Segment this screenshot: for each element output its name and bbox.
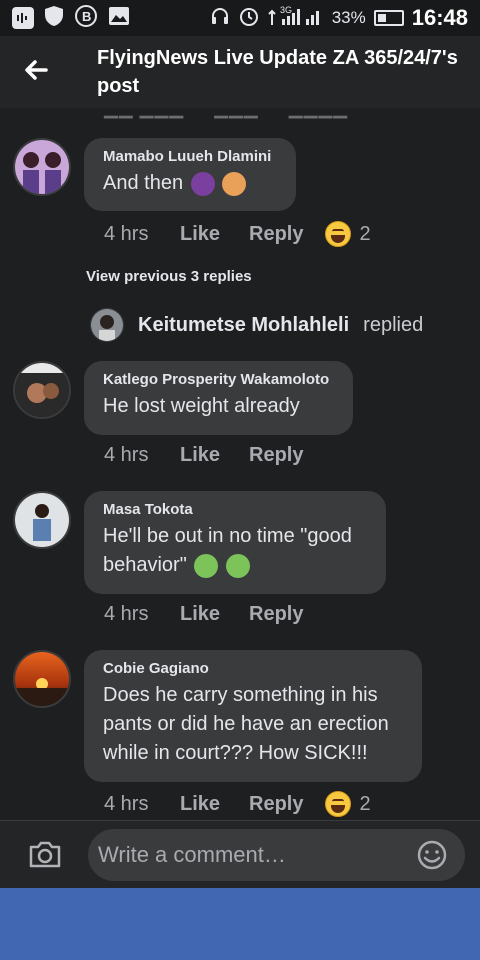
avatar[interactable] [13, 361, 71, 419]
emoji-picker-icon[interactable] [416, 839, 448, 871]
avatar[interactable] [13, 491, 71, 549]
comment-timestamp: 4 hrs [104, 222, 149, 245]
reply-thread-header[interactable]: Keitumetse Mohlahleli replied [90, 308, 423, 342]
reply-button[interactable]: Reply [249, 603, 303, 626]
view-previous-replies-link[interactable]: View previous 3 replies [86, 268, 252, 285]
eggplant-emoji-icon [190, 171, 215, 196]
person-gesturing-emoji-icon [222, 171, 247, 196]
reply-button[interactable]: Reply [249, 223, 303, 246]
comment-bubble[interactable]: Masa Tokota He'll be out in no time "goo… [84, 491, 386, 594]
avatar[interactable] [13, 650, 71, 708]
comment-bubble[interactable]: Katlego Prosperity Wakamoloto He lost we… [84, 361, 353, 435]
avatar[interactable] [90, 308, 124, 342]
comment-bubble[interactable]: Cobie Gagiano Does he carry something in… [84, 650, 422, 782]
reply-button[interactable]: Reply [249, 793, 303, 816]
svg-text:B: B [82, 9, 91, 24]
network-type-label: 3G [280, 5, 292, 15]
comment-author[interactable]: Masa Tokota [103, 501, 366, 518]
comment-author[interactable]: Cobie Gagiano [103, 660, 402, 677]
status-bar: B 3G 33% 16:48 [0, 0, 480, 36]
comment-composer [0, 820, 480, 888]
clipped-row-remnant: ▁▁ ▁▁▁ ▁▁▁ ▁▁▁▁ [104, 108, 349, 118]
nauseated-face-emoji-icon [225, 553, 250, 578]
signal-icon: 3G [267, 5, 324, 32]
comment-author[interactable]: Mamabo Luueh Dlamini [103, 148, 276, 165]
comment-timestamp: 4 hrs [104, 792, 149, 815]
reaction-summary[interactable]: 2 [325, 791, 371, 817]
nauseated-face-emoji-icon [194, 553, 219, 578]
comment-feed[interactable]: ▁▁ ▁▁▁ ▁▁▁ ▁▁▁▁ Mamabo Luueh Dlamini And… [0, 108, 480, 820]
avatar[interactable] [13, 138, 71, 196]
replier-name[interactable]: Keitumetse Mohlahleli [138, 314, 349, 337]
clock: 16:48 [411, 5, 468, 30]
alarm-icon [238, 5, 260, 32]
comment-actions: 4 hrs Like Reply [104, 603, 303, 626]
comment-actions: 4 hrs Like Reply [104, 444, 303, 467]
reaction-summary[interactable]: 2 [325, 221, 371, 247]
comment-text: And then [103, 169, 276, 198]
battery-icon [373, 10, 404, 26]
image-icon [108, 6, 130, 31]
audio-app-icon [12, 7, 34, 29]
like-button[interactable]: Like [180, 223, 249, 246]
post-header: FlyingNews Live Update ZA 365/24/7's pos… [0, 36, 480, 108]
back-arrow-icon[interactable] [22, 56, 50, 84]
comment-bubble[interactable]: Mamabo Luueh Dlamini And then [84, 138, 296, 211]
comment-actions: 4 hrs Like Reply 2 [104, 791, 371, 817]
like-button[interactable]: Like [180, 603, 249, 626]
reply-button[interactable]: Reply [249, 444, 303, 467]
comment-author[interactable]: Katlego Prosperity Wakamoloto [103, 371, 333, 388]
comment-timestamp: 4 hrs [104, 444, 149, 466]
camera-icon[interactable] [28, 839, 62, 869]
system-nav-bar [0, 888, 480, 960]
comment-actions: 4 hrs Like Reply 2 [104, 221, 371, 247]
replied-label: replied [363, 313, 424, 336]
headphones-icon [210, 6, 230, 31]
comment-text: He lost weight already [103, 395, 300, 417]
haha-reaction-icon [325, 221, 352, 247]
battery-percent: 33% [331, 8, 366, 27]
haha-reaction-icon [325, 791, 352, 817]
b-app-icon: B [74, 4, 98, 33]
comment-timestamp: 4 hrs [104, 603, 149, 625]
comment-input[interactable] [88, 829, 465, 881]
like-button[interactable]: Like [180, 444, 249, 467]
like-button[interactable]: Like [180, 793, 249, 816]
reaction-count: 2 [359, 222, 371, 245]
comment-text: Does he carry something in his pants or … [103, 684, 389, 764]
shield-icon [44, 5, 64, 32]
comment-text: He'll be out in no time "good behavior" [103, 525, 352, 578]
page-title: FlyingNews Live Update ZA 365/24/7's pos… [97, 47, 458, 97]
reaction-count: 2 [359, 792, 371, 815]
